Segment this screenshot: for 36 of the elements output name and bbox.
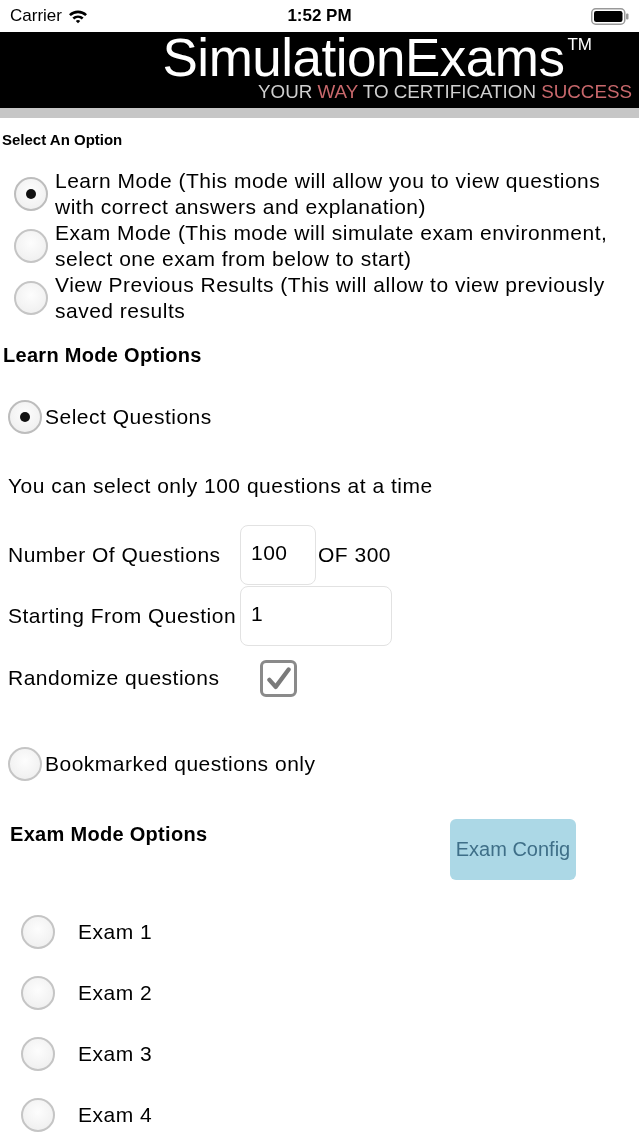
- exam-label: Exam 4: [78, 1103, 153, 1127]
- field-label: Number Of Questions: [8, 543, 222, 567]
- radio-button[interactable]: [21, 1098, 55, 1132]
- status-time: 1:52 PM: [287, 6, 352, 26]
- mode-option-label: Exam Mode (This mode will simulate exam environment, select one exam from below to start): [55, 220, 609, 272]
- mode-option-label: View Previous Results (This will allow to view previously saved results: [55, 272, 606, 324]
- logo-tagline: YOUR WAY TO CERTIFICATION SUCCESS: [258, 82, 632, 102]
- mode-option-label: Learn Mode (This mode will allow you to view questions with correct answers and explanation): [55, 168, 602, 220]
- exam-label: Exam 3: [78, 1042, 153, 1066]
- section-prompt: Select An Option: [2, 131, 124, 149]
- carrier-label: Carrier: [10, 6, 62, 26]
- option-label: Select Questions: [45, 405, 212, 429]
- checkbox[interactable]: [260, 659, 297, 697]
- radio-button[interactable]: [8, 400, 42, 434]
- radio-button[interactable]: [8, 747, 42, 781]
- field-label: Starting From Question: [8, 604, 238, 628]
- radio-button[interactable]: [14, 177, 48, 211]
- info-text: You can select only 100 questions at a time: [7, 474, 434, 498]
- option-label: Randomize questions: [8, 666, 221, 690]
- input-field[interactable]: 1: [240, 586, 392, 646]
- section-title: Exam Mode Options: [10, 822, 209, 846]
- radio-button[interactable]: [21, 915, 55, 949]
- field-suffix: OF 300: [318, 543, 392, 567]
- radio-button[interactable]: [14, 229, 48, 263]
- radio-button[interactable]: [14, 281, 48, 315]
- checkmark-icon: [266, 666, 291, 690]
- input-field[interactable]: 100: [240, 525, 316, 585]
- radio-button[interactable]: [21, 1037, 55, 1071]
- exam-label: Exam 1: [78, 920, 153, 944]
- radio-button[interactable]: [21, 976, 55, 1010]
- wifi-icon: [67, 8, 88, 24]
- battery-icon: [591, 7, 629, 25]
- exam-label: Exam 2: [78, 981, 153, 1005]
- option-label: Bookmarked questions only: [45, 752, 316, 776]
- section-title: Learn Mode Options: [2, 343, 203, 367]
- logo-title: SimulationExams$^{TM}$: [162, 32, 592, 84]
